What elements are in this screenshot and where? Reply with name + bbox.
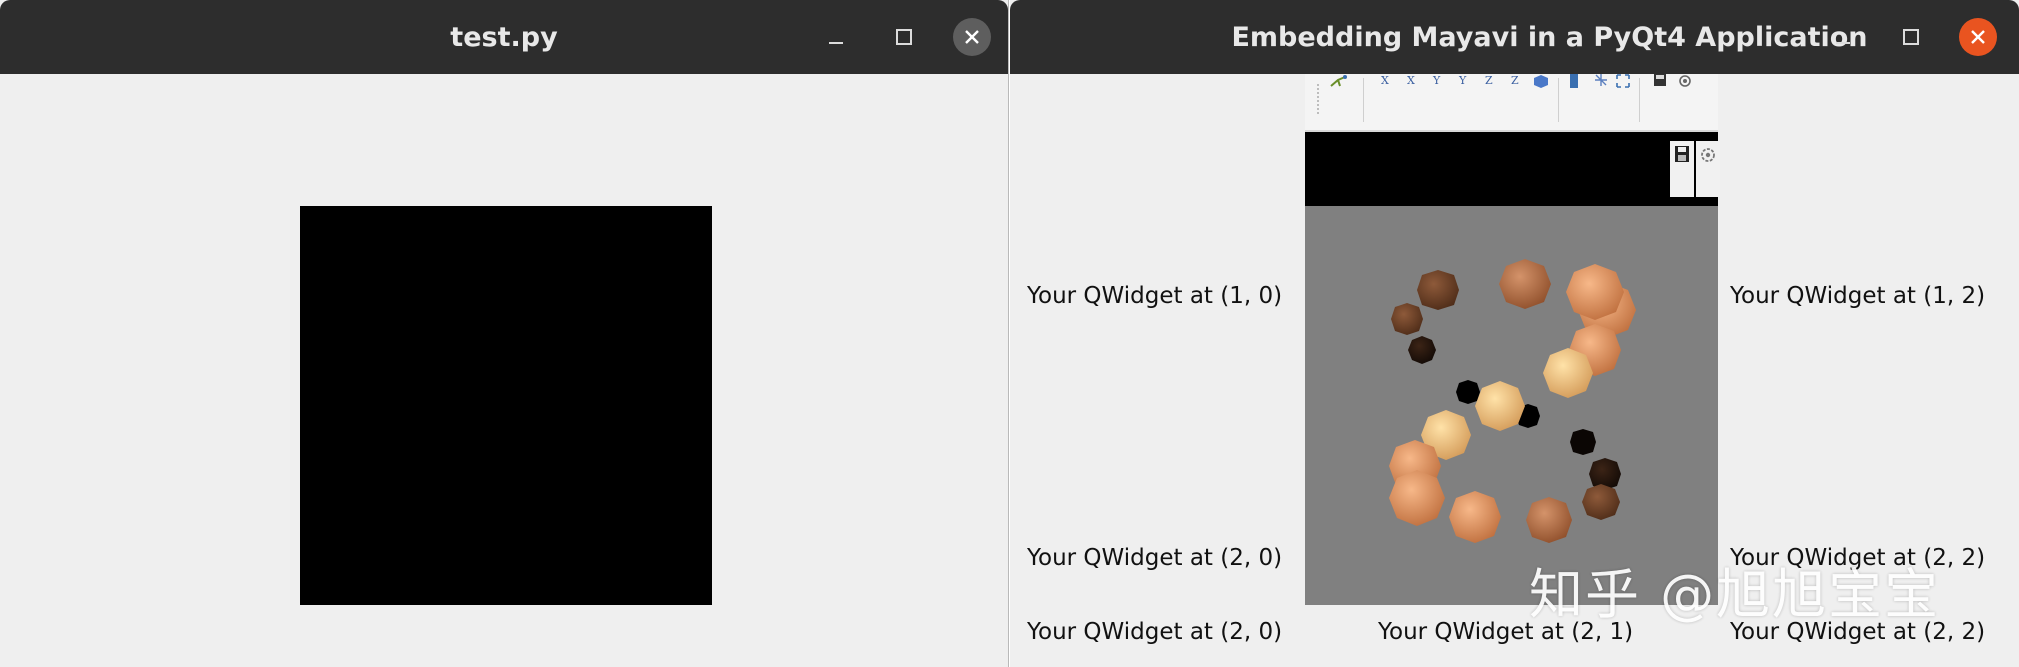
title-bar[interactable]: test.py — [0, 0, 1008, 74]
view-z-plus-icon[interactable]: Z — [1485, 74, 1493, 87]
sphere — [1589, 458, 1621, 490]
view-x-minus-icon[interactable]: X — [1407, 74, 1415, 87]
sphere — [1389, 470, 1445, 526]
sphere — [1566, 264, 1624, 320]
close-button[interactable] — [1959, 18, 1997, 56]
qwidget-label: Your QWidget at (2, 0) — [1027, 545, 1283, 571]
sphere — [1391, 303, 1423, 335]
close-icon — [1971, 30, 1985, 44]
save-icon[interactable] — [1653, 74, 1667, 86]
toolbar-separator — [1558, 78, 1559, 122]
spheres-plot — [1389, 259, 1636, 543]
view-z-minus-icon[interactable]: Z — [1511, 74, 1519, 87]
maximize-icon — [1903, 29, 1919, 45]
view-x-plus-icon[interactable]: X — [1381, 74, 1389, 87]
isometric-view-icon[interactable] — [1533, 74, 1549, 88]
sphere — [1408, 336, 1436, 364]
settings-icon[interactable] — [1677, 74, 1693, 88]
qwidget-label: Your QWidget at (1, 0) — [1027, 283, 1283, 309]
scene-save-button[interactable] — [1670, 141, 1694, 197]
maximize-button[interactable] — [1892, 18, 1930, 56]
close-button[interactable] — [953, 18, 991, 56]
mayavi-pyqt4-window: Embedding Mayavi in a PyQt4 Application … — [1010, 0, 2019, 667]
save-icon — [1675, 146, 1689, 162]
view-y-plus-icon[interactable]: Y — [1433, 74, 1440, 87]
minimize-icon — [829, 42, 843, 44]
black-canvas[interactable] — [300, 206, 712, 605]
toolbar-grip[interactable] — [1317, 84, 1322, 114]
mayavi-toolbar: X X Y Y Z Z — [1305, 74, 1718, 132]
watermark: 知乎 @旭旭宝宝 — [1529, 563, 1941, 626]
qwidget-label: Your QWidget at (1, 2) — [1730, 283, 1986, 309]
title-bar[interactable]: Embedding Mayavi in a PyQt4 Application — [1010, 0, 2019, 74]
window-title: Embedding Mayavi in a PyQt4 Application — [1231, 22, 1868, 53]
sphere — [1456, 380, 1480, 404]
mayavi-3d-scene[interactable] — [1305, 206, 1718, 605]
axes-indicator-icon[interactable] — [1594, 74, 1608, 86]
maximize-icon — [896, 29, 912, 45]
parallel-projection-icon[interactable] — [1569, 74, 1579, 88]
sphere — [1449, 491, 1501, 543]
sphere — [1417, 270, 1459, 310]
sphere — [1582, 484, 1620, 520]
mayavi-logo-icon[interactable] — [1328, 74, 1350, 90]
sphere — [1526, 497, 1572, 543]
sphere — [1570, 429, 1596, 455]
toolbar-separator — [1363, 78, 1364, 122]
qwidget-label: Your QWidget at (2, 0) — [1027, 619, 1283, 645]
scene-settings-button[interactable] — [1696, 141, 1720, 197]
minimize-icon — [1836, 42, 1850, 44]
toolbar-separator — [1639, 78, 1640, 122]
minimize-button[interactable] — [817, 18, 855, 56]
maximize-button[interactable] — [885, 18, 923, 56]
sphere — [1543, 348, 1593, 398]
minimize-button[interactable] — [1824, 18, 1862, 56]
settings-icon — [1701, 148, 1715, 162]
close-icon — [965, 30, 979, 44]
scene-header — [1305, 132, 1720, 206]
test-py-window: test.py — [0, 0, 1009, 667]
sphere — [1475, 381, 1525, 431]
full-screen-icon[interactable] — [1616, 74, 1630, 88]
sphere — [1499, 259, 1551, 309]
window-title: test.py — [450, 22, 558, 53]
view-y-minus-icon[interactable]: Y — [1459, 74, 1466, 87]
